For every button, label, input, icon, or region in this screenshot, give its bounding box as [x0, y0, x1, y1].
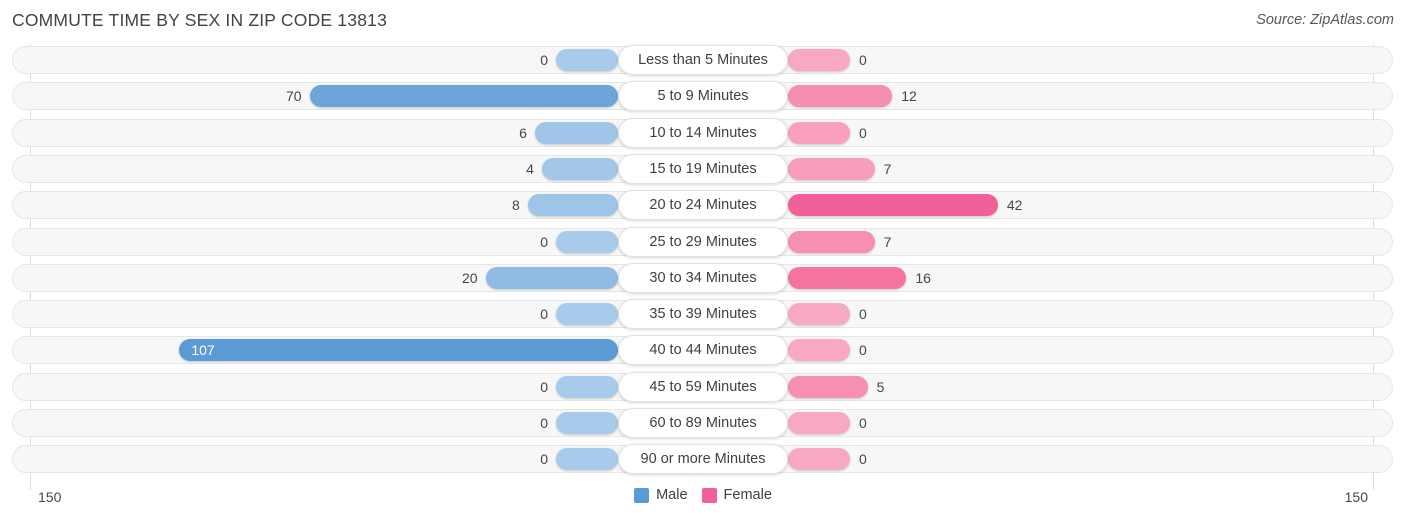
chart-footer: 150 150 Male Female	[0, 483, 1406, 523]
bar-male[interactable]	[556, 412, 618, 434]
chart-row: 20 16 30 to 34 Minutes	[0, 260, 1406, 296]
value-label-female: 0	[859, 451, 867, 468]
bar-male[interactable]	[309, 85, 618, 108]
chart-header: COMMUTE TIME BY SEX IN ZIP CODE 13813 So…	[0, 0, 1406, 42]
bar-male[interactable]	[556, 230, 618, 253]
category-label: 40 to 44 Minutes	[649, 342, 757, 359]
value-label-male: 107	[191, 342, 215, 359]
category-label: 30 to 34 Minutes	[649, 269, 757, 286]
category-label-pill[interactable]: 35 to 39 Minutes	[618, 299, 788, 330]
legend-item-female[interactable]: Female	[701, 487, 772, 503]
bar-female[interactable]	[788, 412, 850, 434]
chart-row: 0 0 60 to 89 Minutes	[0, 405, 1406, 441]
category-label-pill[interactable]: 15 to 19 Minutes	[618, 153, 788, 184]
value-label-female: 7	[883, 233, 892, 250]
bar-male[interactable]	[556, 375, 618, 398]
bar-male[interactable]	[556, 49, 618, 71]
legend-item-male[interactable]: Male	[634, 487, 688, 503]
chart-row: 107 0 40 to 44 Minutes	[0, 332, 1406, 368]
value-label-female: 0	[859, 342, 867, 359]
value-label-female: 16	[915, 269, 931, 286]
category-label: 90 or more Minutes	[640, 451, 766, 468]
chart-row: 0 0 90 or more Minutes	[0, 441, 1406, 477]
chart-row: 0 0 Less than 5 Minutes	[0, 42, 1406, 78]
category-label: 15 to 19 Minutes	[649, 160, 757, 177]
chart-row: 70 12 5 to 9 Minutes	[0, 78, 1406, 114]
category-label: 35 to 39 Minutes	[649, 306, 757, 323]
value-label-female: 7	[883, 160, 892, 177]
value-label-female: 42	[1006, 197, 1023, 214]
category-label: 45 to 59 Minutes	[649, 378, 757, 395]
category-label-pill[interactable]: 90 or more Minutes	[618, 444, 788, 475]
value-label-male: 70	[286, 88, 302, 105]
page-title: COMMUTE TIME BY SEX IN ZIP CODE 13813	[12, 10, 388, 30]
bar-male[interactable]	[534, 121, 618, 144]
bar-female[interactable]	[788, 339, 850, 362]
bar-male[interactable]	[179, 339, 618, 362]
value-label-male: 0	[540, 52, 548, 68]
bar-female[interactable]	[788, 157, 875, 180]
category-label-pill[interactable]: 10 to 14 Minutes	[618, 117, 788, 148]
category-label-pill[interactable]: 45 to 59 Minutes	[618, 371, 788, 402]
legend-label-male: Male	[656, 487, 688, 503]
value-label-female: 0	[859, 306, 867, 323]
chart-row: 0 0 35 to 39 Minutes	[0, 296, 1406, 332]
category-label-pill[interactable]: 60 to 89 Minutes	[618, 408, 788, 438]
category-label-pill[interactable]: 30 to 34 Minutes	[618, 262, 788, 293]
bar-female[interactable]	[788, 266, 907, 289]
source-attribution: Source: ZipAtlas.com	[1256, 12, 1394, 28]
value-label-male: 0	[540, 233, 548, 250]
bar-female[interactable]	[788, 49, 850, 71]
category-label-pill[interactable]: 25 to 29 Minutes	[618, 226, 788, 257]
bar-male[interactable]	[541, 157, 618, 180]
value-label-male: 0	[540, 451, 548, 468]
legend-swatch-female-icon	[701, 487, 717, 503]
bar-female[interactable]	[788, 303, 850, 326]
value-label-female: 0	[859, 415, 867, 431]
bar-female[interactable]	[788, 375, 868, 398]
category-label: 60 to 89 Minutes	[649, 415, 757, 431]
value-label-male: 0	[540, 378, 548, 395]
value-label-male: 0	[540, 415, 548, 431]
bar-male[interactable]	[556, 303, 618, 326]
chart-row: 0 5 45 to 59 Minutes	[0, 369, 1406, 405]
chart-row: 8 42 20 to 24 Minutes	[0, 187, 1406, 223]
category-label: 5 to 9 Minutes	[657, 88, 749, 105]
value-label-female: 0	[859, 124, 867, 141]
category-label-pill[interactable]: Less than 5 Minutes	[618, 45, 788, 75]
bar-female[interactable]	[788, 194, 998, 217]
value-label-male: 6	[519, 124, 527, 141]
bar-female[interactable]	[788, 230, 875, 253]
chart-row: 6 0 10 to 14 Minutes	[0, 115, 1406, 151]
category-label: 25 to 29 Minutes	[649, 233, 757, 250]
category-label: 20 to 24 Minutes	[649, 197, 757, 214]
bar-male[interactable]	[556, 448, 618, 471]
bar-male[interactable]	[485, 266, 618, 289]
value-label-male: 0	[540, 306, 548, 323]
legend-label-female: Female	[723, 487, 772, 503]
value-label-female: 12	[901, 88, 917, 105]
bar-female[interactable]	[788, 85, 893, 108]
category-label-pill[interactable]: 20 to 24 Minutes	[618, 190, 788, 221]
category-label-pill[interactable]: 5 to 9 Minutes	[618, 81, 788, 112]
chart-row: 4 7 15 to 19 Minutes	[0, 151, 1406, 187]
chart-legend: Male Female	[0, 487, 1406, 503]
value-label-male: 8	[512, 197, 520, 214]
bar-female[interactable]	[788, 448, 850, 471]
diverging-bar-chart: 0 0 Less than 5 Minutes 70 12 5 to 9 Minutes 6…	[0, 42, 1406, 490]
category-label-pill[interactable]: 40 to 44 Minutes	[618, 335, 788, 366]
chart-row: 0 7 25 to 29 Minutes	[0, 224, 1406, 260]
value-label-female: 5	[876, 378, 885, 395]
bar-male[interactable]	[527, 194, 618, 217]
value-label-male: 20	[462, 269, 478, 286]
category-label: 10 to 14 Minutes	[649, 124, 757, 141]
category-label: Less than 5 Minutes	[638, 52, 768, 68]
value-label-male: 4	[526, 160, 534, 177]
value-label-female: 0	[859, 52, 867, 68]
legend-swatch-male-icon	[634, 487, 650, 503]
bar-female[interactable]	[788, 121, 850, 144]
